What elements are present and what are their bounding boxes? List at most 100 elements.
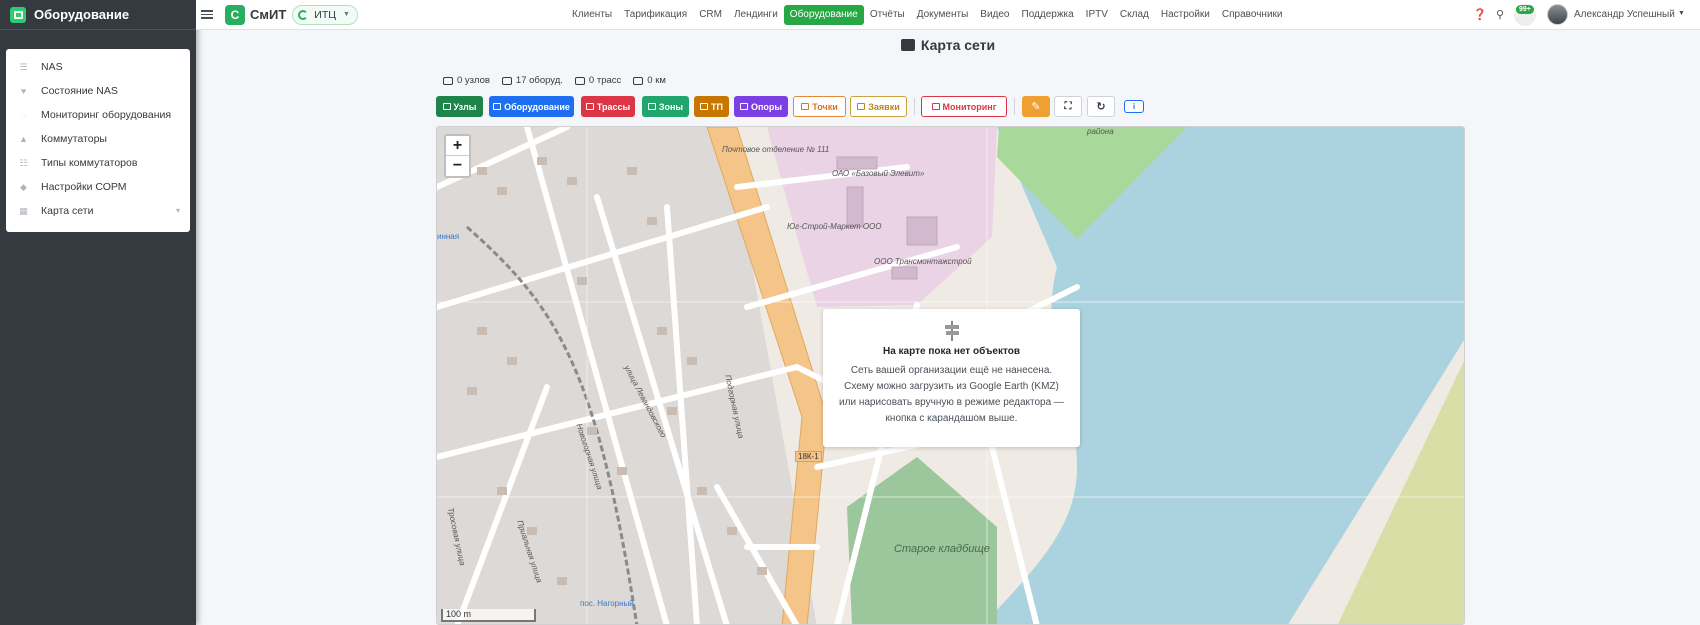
orders-icon — [857, 103, 866, 110]
fullscreen-button[interactable]: ⛶ — [1054, 96, 1082, 117]
help-icon[interactable]: ❓ — [1473, 8, 1487, 21]
sidebar-item-switch-types[interactable]: ☷ Типы коммутаторов — [6, 151, 190, 175]
menu-item-billing[interactable]: Тарификация — [618, 5, 693, 25]
chevron-down-icon[interactable]: ▼ — [1678, 10, 1685, 17]
app-logo-icon[interactable]: С — [225, 4, 245, 25]
button-label: Мониторинг — [942, 101, 997, 112]
sitemap-icon — [801, 103, 810, 110]
map-label-post: Почтовое отделение № 111 — [722, 145, 830, 154]
button-label: Оборудование — [504, 101, 570, 112]
sidebar-menu: ☰ NAS ♥ Состояние NAS ◌ Мониторинг обору… — [6, 49, 190, 232]
info-icon: i — [1132, 102, 1136, 111]
orders-button[interactable]: Заявки — [850, 96, 907, 117]
menu-item-reports[interactable]: Отчёты — [864, 5, 911, 25]
zoom-out-button[interactable]: − — [446, 156, 469, 176]
map-stats: 0 узлов 17 оборуд. 0 трасс 0 км — [443, 75, 678, 86]
layer-tp-button[interactable]: ТП — [694, 96, 729, 117]
layer-equipment-button[interactable]: Оборудование — [489, 96, 574, 117]
map-icon: ▦ — [19, 205, 28, 216]
ruler-icon — [633, 76, 644, 85]
pole-icon — [739, 103, 748, 110]
button-label: Узлы — [453, 101, 477, 112]
heart-pulse-icon: ♥ — [20, 86, 27, 96]
pencil-icon: ✎ — [1031, 101, 1041, 113]
menu-item-documents[interactable]: Документы — [911, 5, 975, 25]
layer-poles-button[interactable]: Опоры — [734, 96, 788, 117]
user-name[interactable]: Александр Успешный — [1574, 9, 1675, 20]
layer-zones-button[interactable]: Зоны — [642, 96, 689, 117]
layer-routes-button[interactable]: Трассы — [581, 96, 635, 117]
notifications-badge: 99+ — [1516, 5, 1534, 14]
page-title: Карта сети — [196, 37, 1700, 53]
menu-toggle-icon[interactable] — [201, 10, 213, 19]
map-label-district: района — [1087, 127, 1114, 136]
org-icon — [298, 9, 309, 20]
app-logo-text[interactable]: СмИТ — [250, 7, 286, 22]
empty-map-text: Сеть вашей организации ещё не нанесена. … — [839, 365, 1064, 424]
button-label: ТП — [711, 101, 723, 112]
network-map[interactable]: Почтовое отделение № 111 ОАО «Базовый Эл… — [436, 126, 1465, 625]
empty-map-card: На карте пока нет объектов Сеть вашей ор… — [823, 309, 1080, 447]
stat-equipment: 17 оборуд. — [501, 75, 563, 86]
menu-item-video[interactable]: Видео — [974, 5, 1015, 25]
router-icon: ▲ — [19, 134, 28, 144]
menu-item-settings[interactable]: Настройки — [1155, 5, 1216, 25]
map-marked-icon — [900, 39, 915, 51]
button-label: Опоры — [750, 101, 783, 112]
bolt-icon — [700, 103, 709, 110]
button-label: Точки — [812, 101, 838, 112]
menu-item-iptv[interactable]: IPTV — [1080, 5, 1114, 25]
button-label: Трассы — [596, 101, 631, 112]
sidebar-item-label: Мониторинг оборудования — [41, 109, 172, 121]
menu-item-directories[interactable]: Справочники — [1216, 5, 1289, 25]
zoom-in-button[interactable]: + — [446, 136, 469, 156]
brand-logo-icon — [10, 6, 26, 23]
sidebar-item-sorm[interactable]: ◆ Настройки СОРМ — [6, 175, 190, 199]
map-scale: 100 m — [441, 609, 536, 622]
layer-nodes-button[interactable]: Узлы — [436, 96, 483, 117]
button-label: Заявки — [868, 101, 900, 112]
sidebar-item-label: Типы коммутаторов — [41, 157, 138, 169]
chevron-down-icon: ▾ — [175, 206, 180, 215]
heart-pulse-icon — [931, 103, 940, 110]
expand-icon: ⛶ — [1064, 101, 1072, 112]
network-icon: ☰ — [19, 61, 28, 72]
org-selector[interactable]: ИТЦ ▼ — [292, 4, 358, 25]
sidebar-brand-title: Оборудование — [34, 7, 130, 22]
map-label-cemetery: Старое кладбище — [894, 543, 990, 555]
menu-item-warehouse[interactable]: Склад — [1114, 5, 1155, 25]
refresh-icon: ↻ — [1096, 101, 1106, 113]
menu-item-support[interactable]: Поддержка — [1016, 5, 1080, 25]
org-name: ИТЦ — [314, 8, 337, 21]
sidebar-item-switches[interactable]: ▲ Коммутаторы — [6, 127, 190, 151]
map-label-transmontazh: ООО Трансмонтажстрой — [874, 257, 972, 266]
monitoring-button[interactable]: Мониторинг — [921, 96, 1007, 117]
points-button[interactable]: Точки — [793, 96, 846, 117]
route-icon — [574, 76, 585, 85]
toolbar-divider — [1014, 98, 1015, 115]
sidebar-item-nas-status[interactable]: ♥ Состояние NAS — [6, 79, 190, 103]
map-label-market: Юг-Строй-Маркет ООО — [787, 222, 882, 231]
sidebar-item-network-map[interactable]: ▦ Карта сети ▾ — [6, 199, 190, 223]
map-label-stop: пос. Нагорный — [580, 599, 634, 608]
menu-item-landings[interactable]: Лендинги — [728, 5, 784, 25]
sidebar-brand[interactable]: Оборудование — [0, 0, 196, 30]
zoom-control: + − — [444, 134, 471, 178]
menu-item-clients[interactable]: Клиенты — [566, 5, 618, 25]
sidebar-item-monitoring[interactable]: ◌ Мониторинг оборудования — [6, 103, 190, 127]
menu-item-equipment[interactable]: Оборудование — [783, 5, 864, 25]
equipment-icon — [501, 76, 512, 85]
info-button[interactable]: i — [1124, 100, 1144, 113]
refresh-button[interactable]: ↻ — [1087, 96, 1115, 117]
menu-item-crm[interactable]: CRM — [693, 5, 728, 25]
button-label: Зоны — [658, 101, 684, 112]
search-icon[interactable]: ⚲ — [1496, 8, 1504, 21]
toolbar-divider — [914, 98, 915, 115]
avatar[interactable] — [1547, 4, 1568, 25]
edit-mode-button[interactable]: ✎ — [1022, 96, 1050, 117]
nodes-icon — [443, 76, 453, 85]
sidebar-item-nas[interactable]: ☰ NAS — [6, 55, 190, 79]
map-label-road: 18К-1 — [795, 451, 822, 462]
stat-equipment-value: 17 оборуд. — [515, 75, 563, 86]
zones-icon — [647, 103, 656, 110]
